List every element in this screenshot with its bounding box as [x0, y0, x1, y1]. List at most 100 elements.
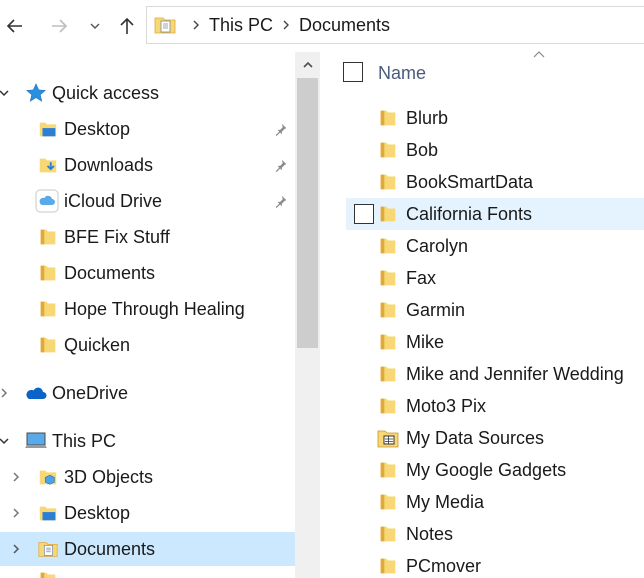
pin-icon[interactable] [272, 156, 290, 174]
folder-icon [36, 297, 60, 321]
file-name: Blurb [406, 107, 449, 128]
file-row[interactable]: Carolyn [346, 230, 644, 262]
file-name: PCmover [406, 555, 482, 576]
file-list-pane: Name Blurb Bob BookSmartData California Fon… [320, 51, 644, 578]
back-button[interactable] [0, 10, 30, 42]
nav-quick-access[interactable]: Quick access [0, 76, 295, 110]
nav-quick-icloud[interactable]: iCloud Drive [0, 184, 295, 218]
file-row[interactable]: Mike [346, 326, 644, 358]
nav-label: Quick access [52, 82, 160, 103]
folder-icon [376, 330, 400, 354]
computer-icon [24, 429, 48, 453]
file-name: My Google Gadgets [406, 459, 567, 480]
nav-quick-downloads[interactable]: Downloads [0, 148, 295, 182]
chevron-right-icon[interactable] [9, 506, 23, 520]
pin-icon[interactable] [272, 192, 290, 210]
folder-icon [36, 225, 60, 249]
nav-label: Desktop [64, 118, 131, 139]
folder-icon [376, 490, 400, 514]
chevron-right-icon[interactable] [0, 386, 11, 400]
file-row[interactable]: BookSmartData [346, 166, 644, 198]
nav-pane-scrollbar[interactable] [295, 52, 320, 578]
nav-quick-documents[interactable]: Documents [0, 256, 295, 290]
scroll-thumb[interactable] [297, 78, 318, 348]
file-row[interactable]: PCmover [346, 550, 644, 578]
nav-label: BFE Fix Stuff [64, 226, 170, 247]
folder-icon [376, 458, 400, 482]
file-name: BookSmartData [406, 171, 534, 192]
file-name: Notes [406, 523, 454, 544]
file-row[interactable]: Bob [346, 134, 644, 166]
nav-label: OneDrive [52, 382, 129, 403]
file-row[interactable]: My Data Sources [346, 422, 644, 454]
nav-this-pc-desktop[interactable]: Desktop [0, 496, 295, 530]
nav-label: This PC [52, 430, 117, 451]
folder-icon [36, 333, 60, 357]
nav-label: Quicken [64, 334, 131, 355]
folder-icon [36, 568, 60, 578]
file-name: My Media [406, 491, 485, 512]
breadcrumb-separator-icon[interactable] [183, 15, 209, 35]
file-row[interactable]: Fax [346, 262, 644, 294]
nav-label: Downloads [64, 154, 154, 175]
breadcrumb-this-pc[interactable]: This PC [209, 15, 273, 36]
nav-onedrive[interactable]: OneDrive [0, 376, 295, 410]
file-row[interactable]: Notes [346, 518, 644, 550]
scroll-up-arrow-icon [302, 61, 313, 68]
forward-arrow-icon [52, 19, 68, 33]
file-row[interactable]: California Fonts [346, 198, 644, 230]
nav-next-item-partial [0, 568, 295, 578]
folder-icon [376, 298, 400, 322]
nav-quick-quicken[interactable]: Quicken [0, 328, 295, 362]
file-row[interactable]: Blurb [346, 102, 644, 134]
data-sources-folder-icon [376, 426, 400, 450]
nav-quick-hope-through-healing[interactable]: Hope Through Healing [0, 292, 295, 326]
file-row[interactable]: Mike and Jennifer Wedding [346, 358, 644, 390]
file-name: My Data Sources [406, 427, 545, 448]
file-name: Bob [406, 139, 439, 160]
pin-icon[interactable] [272, 120, 290, 138]
column-header: Name [320, 51, 644, 96]
select-all-checkbox[interactable] [343, 62, 363, 82]
chevron-right-icon[interactable] [9, 542, 23, 556]
nav-this-pc-documents[interactable]: Documents [0, 532, 295, 566]
address-bar[interactable]: This PC Documents [146, 6, 644, 44]
row-checkbox[interactable] [354, 204, 374, 224]
file-name: Garmin [406, 299, 466, 320]
folder-icon [36, 261, 60, 285]
folder-icon [376, 522, 400, 546]
nav-label: iCloud Drive [64, 190, 163, 211]
column-header-name[interactable]: Name [378, 63, 426, 84]
nav-label: Documents [64, 538, 156, 559]
file-row[interactable]: Moto3 Pix [346, 390, 644, 422]
nav-this-pc[interactable]: This PC [0, 424, 295, 458]
3d-objects-icon [36, 465, 60, 489]
folder-icon [376, 234, 400, 258]
recent-locations-button[interactable] [84, 10, 106, 42]
nav-this-pc-3d-objects[interactable]: 3D Objects [0, 460, 295, 494]
file-name: Mike and Jennifer Wedding [406, 363, 624, 384]
folder-icon [376, 170, 400, 194]
folder-icon [376, 138, 400, 162]
file-row[interactable]: Garmin [346, 294, 644, 326]
file-row[interactable]: My Google Gadgets [346, 454, 644, 486]
breadcrumb-separator-icon[interactable] [273, 15, 299, 35]
forward-button[interactable] [44, 10, 74, 42]
nav-quick-desktop[interactable]: Desktop [0, 112, 295, 146]
file-name: Carolyn [406, 235, 469, 256]
nav-label: Documents [64, 262, 156, 283]
scroll-up-button[interactable] [295, 52, 320, 78]
downloads-folder-icon [36, 153, 60, 177]
chevron-expanded-icon[interactable] [0, 86, 11, 100]
nav-quick-bfe-fix-stuff[interactable]: BFE Fix Stuff [0, 220, 295, 254]
documents-folder-icon [36, 537, 60, 561]
file-row[interactable]: My Media [346, 486, 644, 518]
up-button[interactable] [112, 10, 142, 42]
desktop-folder-icon [36, 117, 60, 141]
breadcrumb-documents[interactable]: Documents [299, 15, 390, 36]
folder-icon [376, 554, 400, 578]
chevron-expanded-icon[interactable] [0, 434, 11, 448]
documents-location-icon [153, 12, 179, 38]
file-name: Fax [406, 267, 437, 288]
chevron-right-icon[interactable] [9, 470, 23, 484]
